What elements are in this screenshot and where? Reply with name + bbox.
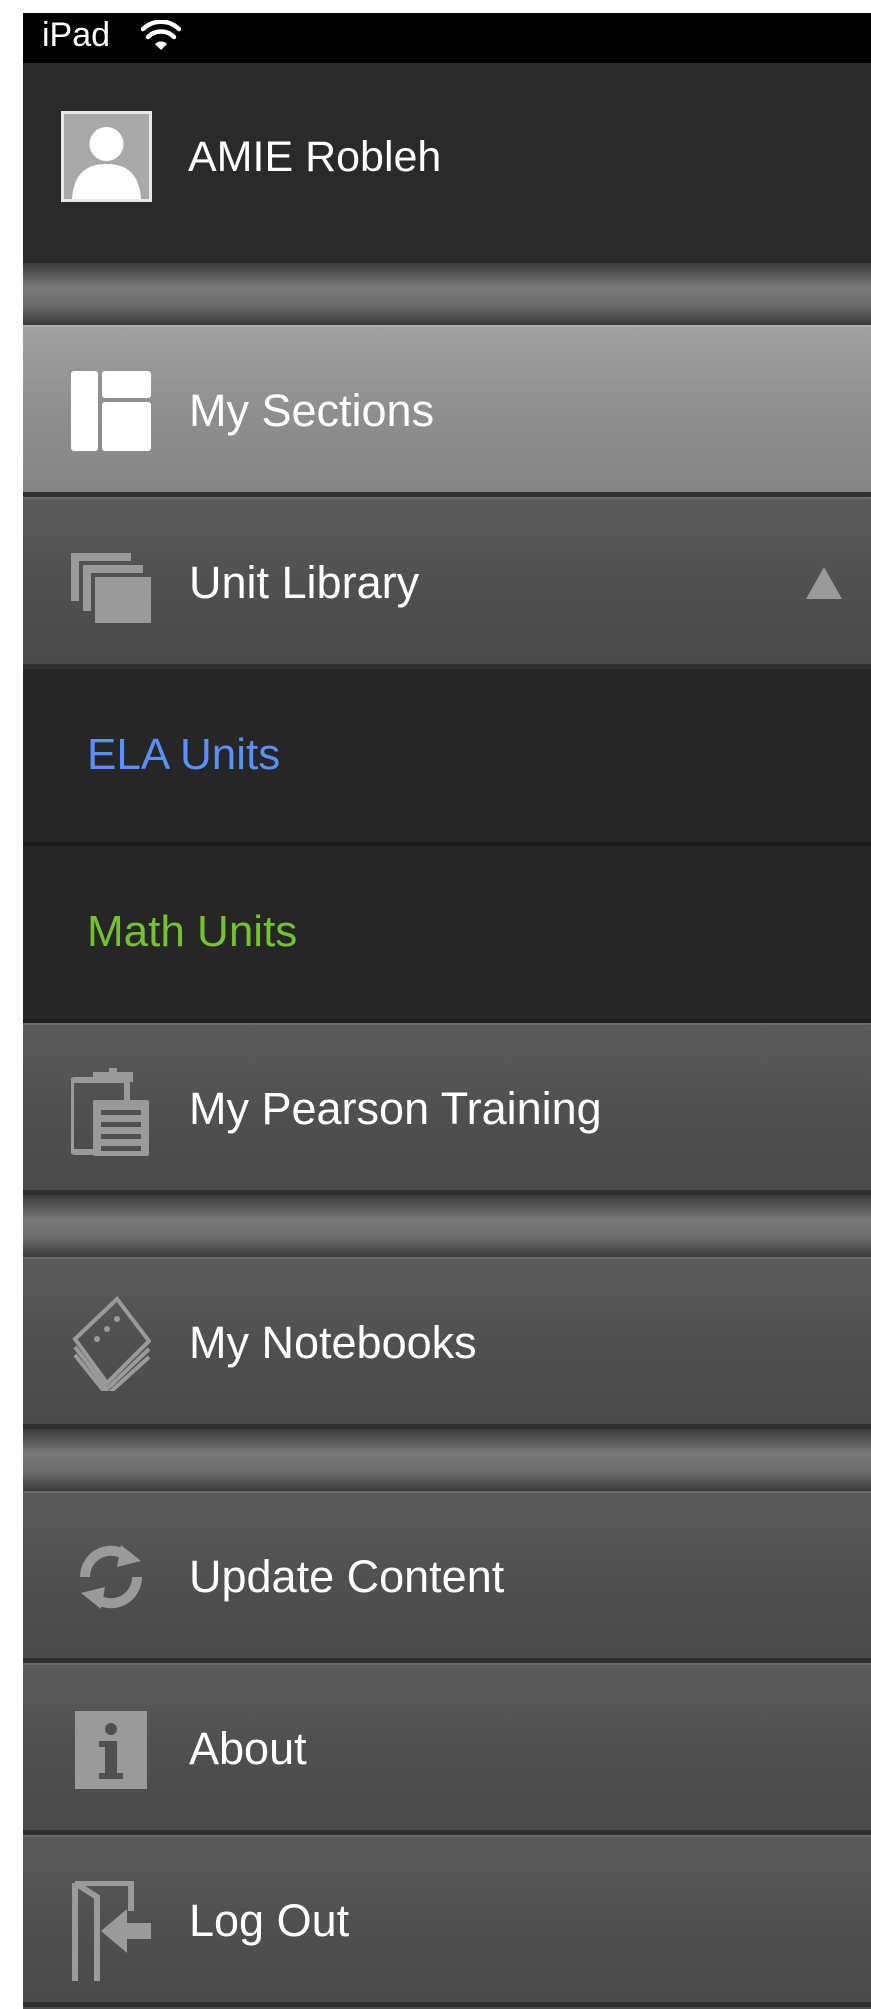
menu-item-about[interactable]: About — [23, 1663, 871, 1835]
menu-item-unit-library[interactable]: Unit Library — [23, 497, 871, 669]
submenu-label-ela-units: ELA Units — [87, 730, 281, 779]
status-bar: iPad — [23, 13, 871, 63]
menu-label-unit-library: Unit Library — [189, 557, 420, 608]
menu-label-my-sections: My Sections — [189, 385, 435, 436]
submenu-item-ela-units[interactable]: ELA Units — [23, 669, 871, 846]
menu-label-about: About — [189, 1723, 307, 1774]
wifi-icon — [141, 20, 181, 50]
menu-separator — [23, 263, 871, 325]
side-menu-panel: iPad AMIE Robleh My Sections Unit Librar… — [23, 13, 871, 2009]
submenu-item-math-units[interactable]: Math Units — [23, 846, 871, 1023]
menu-separator — [23, 1195, 871, 1257]
menu-item-log-out[interactable]: Log Out — [23, 1835, 871, 2007]
logout-icon — [72, 1881, 151, 1981]
refresh-icon — [79, 1545, 143, 1609]
menu-item-my-notebooks[interactable]: My Notebooks — [23, 1257, 871, 1429]
device-label: iPad — [42, 16, 111, 54]
clipboard-icon — [71, 1068, 149, 1156]
menu-label-log-out: Log Out — [189, 1895, 350, 1946]
notebooks-icon — [72, 1296, 151, 1391]
caret-up-icon[interactable] — [806, 567, 842, 599]
menu-item-my-pearson-training[interactable]: My Pearson Training — [23, 1023, 871, 1195]
menu-item-update-content[interactable]: Update Content — [23, 1491, 871, 1663]
stacked-cards-icon — [71, 553, 151, 623]
menu-label-my-notebooks: My Notebooks — [189, 1317, 477, 1368]
submenu-label-math-units: Math Units — [87, 907, 298, 956]
info-icon — [75, 1711, 147, 1789]
menu-separator — [23, 1429, 871, 1491]
user-name: AMIE Robleh — [188, 133, 442, 181]
sections-layout-icon — [71, 371, 151, 451]
menu-item-my-sections[interactable]: My Sections — [23, 325, 871, 497]
menu-label-update-content: Update Content — [189, 1551, 505, 1602]
menu-label-my-pearson-training: My Pearson Training — [189, 1083, 602, 1134]
user-avatar-icon — [61, 111, 152, 202]
user-header: AMIE Robleh — [23, 63, 871, 263]
